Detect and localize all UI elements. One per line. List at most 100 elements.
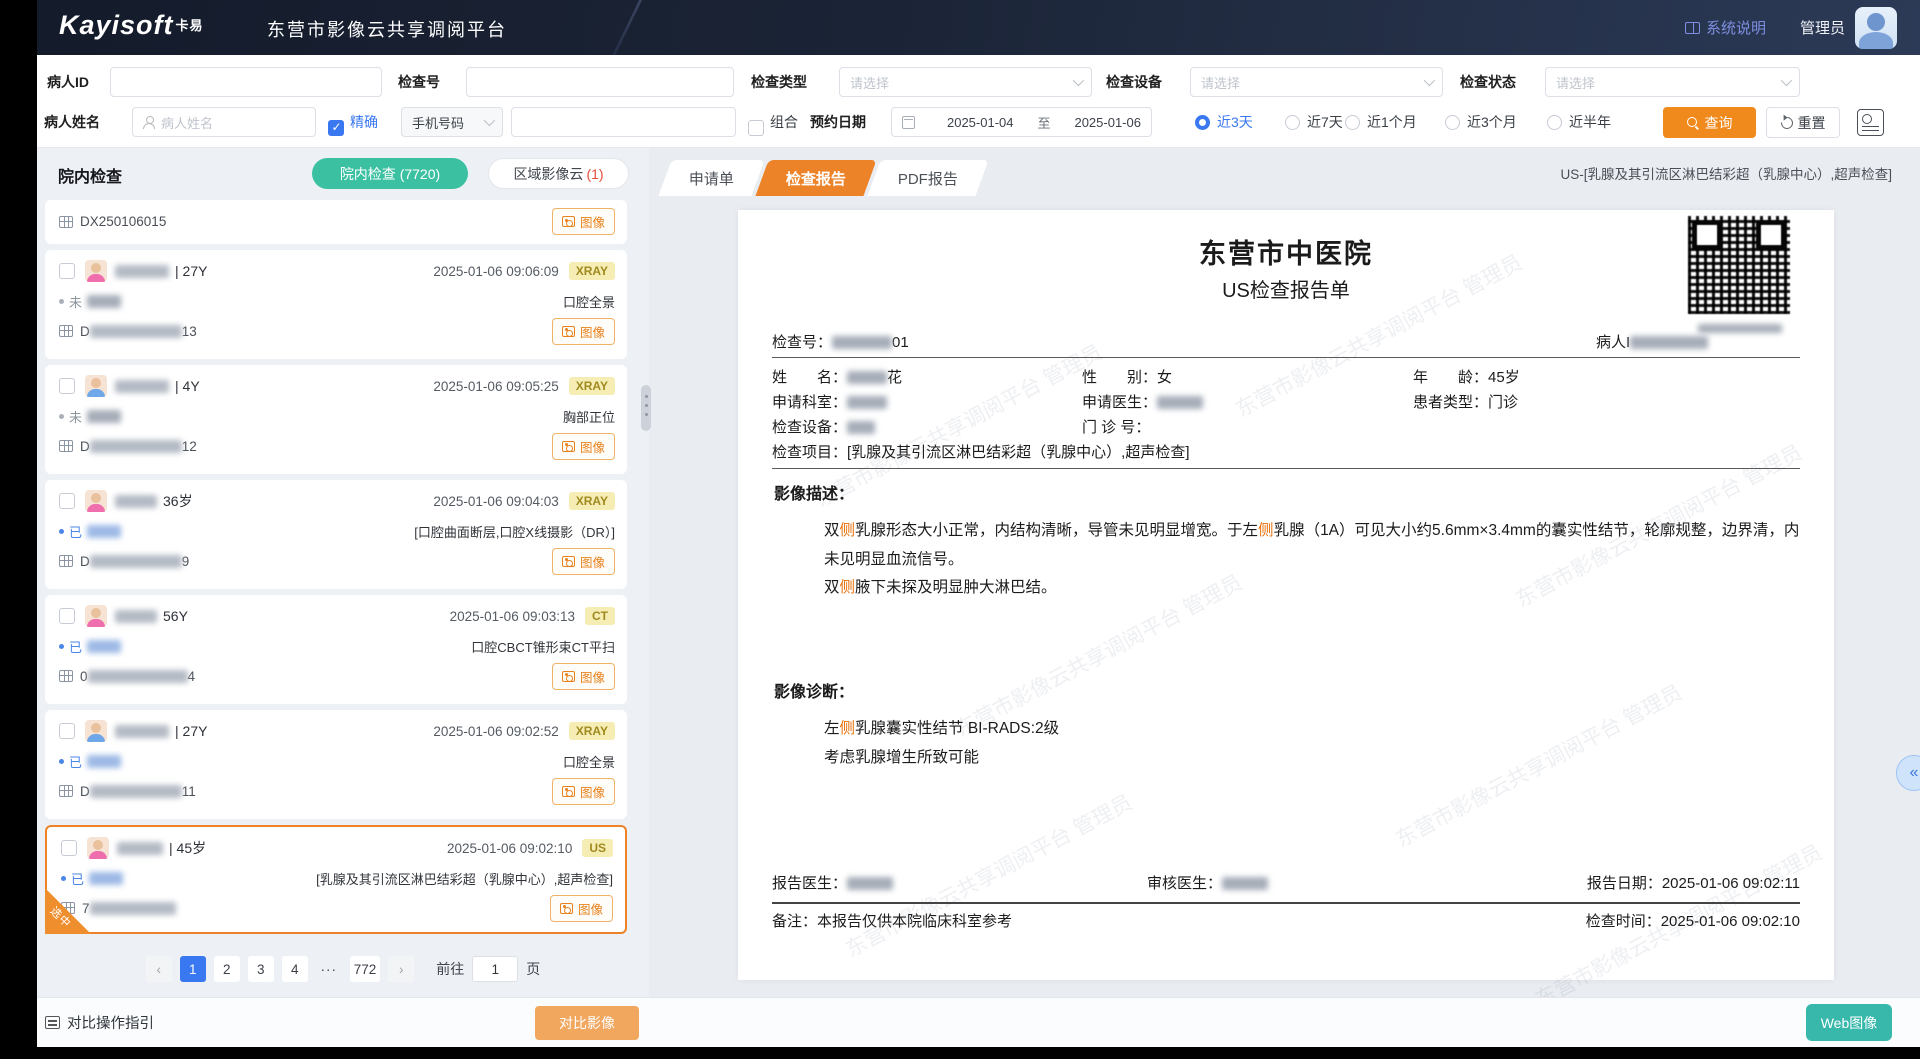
film-icon — [59, 555, 73, 567]
modality-badge: CT — [585, 607, 615, 625]
row-checkbox[interactable] — [61, 840, 77, 856]
field-req-doctor: 申请医生： — [1082, 391, 1413, 412]
user-avatar[interactable] — [1855, 7, 1897, 49]
range-option-near1m[interactable]: 近1个月 — [1345, 107, 1417, 137]
compare-images-button[interactable]: 对比影像 — [535, 1006, 639, 1040]
system-help-link[interactable]: 系统说明 — [1685, 17, 1766, 38]
report-footer-row1: 报告医生： 审核医生： 报告日期：2025-01-06 09:02:11 — [772, 872, 1800, 893]
date-to-value[interactable]: 2025-01-06 — [1074, 115, 1141, 130]
web-image-button[interactable]: Web图像 — [1806, 1004, 1892, 1041]
tab-internal-exams[interactable]: 院内检查 (7720) — [312, 158, 468, 189]
tab-pdf-report[interactable]: PDF报告 — [867, 160, 988, 196]
combo-checkbox[interactable] — [748, 120, 764, 136]
search-icon — [1687, 117, 1699, 129]
view-image-button[interactable]: 图像 — [552, 548, 615, 575]
reset-icon — [1778, 114, 1795, 131]
exam-number: 0 — [80, 669, 88, 684]
exam-time: 2025-01-06 09:04:03 — [433, 494, 558, 509]
appointment-date-label: 预约日期 — [810, 112, 866, 132]
desc-paragraph-2: 双侧腋下未探及明显肿大淋巴结。 — [824, 575, 1057, 597]
exact-match-checkbox[interactable] — [328, 120, 344, 136]
review-doctor-field: 审核医生： — [1147, 872, 1587, 893]
list-item-partial[interactable]: DX250106015 图像 — [45, 200, 627, 244]
range-option-near6m[interactable]: 近半年 — [1547, 107, 1611, 137]
modality-badge: XRAY — [569, 722, 615, 740]
status-select[interactable]: 请选择 — [1545, 67, 1800, 97]
device-select[interactable]: 请选择 — [1190, 67, 1443, 97]
patient-id-input[interactable] — [110, 67, 382, 97]
card-view-toggle-icon[interactable] — [1857, 109, 1884, 136]
page-button-2[interactable]: 2 — [214, 956, 240, 982]
person-icon — [143, 116, 155, 128]
range-option-near3m[interactable]: 近3个月 — [1445, 107, 1517, 137]
report-main-panel: 申请单 检查报告 PDF报告 US-[乳腺及其引流区淋巴结彩超（乳腺中心）,超声… — [649, 148, 1920, 997]
exam-no-input[interactable] — [466, 67, 734, 97]
list-item[interactable]: | 27Y 2025-01-06 09:06:09 XRAY 未 口腔全景 D … — [45, 250, 627, 359]
patient-avatar — [87, 837, 109, 859]
modality-badge: XRAY — [569, 377, 615, 395]
next-page-button[interactable]: › — [388, 956, 414, 982]
patient-id-label: 病人ID — [47, 72, 89, 92]
field-patient-type: 患者类型：门诊 — [1413, 391, 1800, 412]
date-separator: 至 — [1037, 113, 1050, 132]
view-image-button[interactable]: 图像 — [552, 318, 615, 345]
film-icon — [59, 325, 73, 337]
modality-badge: XRAY — [569, 492, 615, 510]
page-button-last[interactable]: 772 — [350, 956, 381, 982]
range-option-near3d[interactable]: 近3天 — [1195, 107, 1253, 137]
report-date-field: 报告日期：2025-01-06 09:02:11 — [1587, 872, 1800, 893]
patient-age: | 27Y — [175, 723, 207, 739]
search-button[interactable]: 查询 — [1663, 107, 1756, 138]
tab-regional-cloud[interactable]: 区域影像云(1) — [488, 158, 629, 189]
page-button-4[interactable]: 4 — [282, 956, 308, 982]
view-image-button[interactable]: 图像 — [552, 208, 615, 235]
exam-type-select[interactable]: 请选择 — [839, 67, 1092, 97]
page-button-1[interactable]: 1 — [180, 956, 206, 982]
tab-request-form[interactable]: 申请单 — [658, 160, 764, 196]
range-option-near7d[interactable]: 近7天 — [1285, 107, 1343, 137]
reset-button[interactable]: 重置 — [1766, 107, 1840, 138]
patient-name-input[interactable]: 病人姓名 — [132, 107, 316, 137]
list-item[interactable]: | 4Y 2025-01-06 09:05:25 XRAY 未 胸部正位 D 1… — [45, 365, 627, 474]
combo-label: 组合 — [770, 112, 798, 132]
tab-exam-report[interactable]: 检查报告 — [755, 160, 876, 196]
image-icon — [560, 903, 573, 914]
list-item[interactable]: 56Y 2025-01-06 09:03:13 CT 已 口腔CBCT锥形束CT… — [45, 595, 627, 704]
view-image-button[interactable]: 图像 — [552, 433, 615, 460]
list-item[interactable]: 36岁 2025-01-06 09:04:03 XRAY 已 [口腔曲面断层,口… — [45, 480, 627, 589]
exam-number: D — [80, 784, 90, 799]
list-item[interactable]: | 27Y 2025-01-06 09:02:52 XRAY 已 口腔全景 D … — [45, 710, 627, 819]
report-exam-no: 检查号：01 — [772, 331, 909, 352]
report-fields: 姓 名：花 性 别：女 年 龄：45岁 申请科室： 申请医生： 患者类型：门诊 … — [772, 364, 1800, 464]
view-image-button[interactable]: 图像 — [552, 778, 615, 805]
status-dot — [59, 299, 64, 304]
date-range-picker[interactable]: 2025-01-04 至 2025-01-06 — [891, 107, 1152, 137]
compare-guide-link[interactable]: 对比操作指引 — [45, 1012, 154, 1033]
row-checkbox[interactable] — [59, 608, 75, 624]
date-from-value[interactable]: 2025-01-04 — [947, 115, 1014, 130]
exam-description: 口腔CBCT锥形束CT平扫 — [471, 637, 615, 656]
page-ellipsis[interactable]: ··· — [316, 956, 342, 982]
image-icon — [562, 441, 575, 452]
guide-icon — [45, 1016, 60, 1029]
search-filter-panel: 病人ID 检查号 检查类型 请选择 检查设备 请选择 检查状态 请选择 病人姓名… — [37, 55, 1920, 148]
list-item-selected[interactable]: | 45岁 2025-01-06 09:02:10 US 已 [乳腺及其引流区淋… — [45, 825, 627, 934]
status-dot — [59, 529, 64, 534]
goto-label: 前往 — [436, 959, 464, 979]
row-checkbox[interactable] — [59, 263, 75, 279]
phone-input[interactable] — [511, 107, 736, 137]
prev-page-button[interactable]: ‹ — [146, 956, 172, 982]
view-image-button[interactable]: 图像 — [550, 895, 613, 922]
row-checkbox[interactable] — [59, 493, 75, 509]
current-exam-label: US-[乳腺及其引流区淋巴结彩超（乳腺中心）,超声检查] — [1560, 163, 1892, 183]
view-image-button[interactable]: 图像 — [552, 663, 615, 690]
row-checkbox[interactable] — [59, 378, 75, 394]
page-button-3[interactable]: 3 — [248, 956, 274, 982]
goto-page-input[interactable] — [472, 956, 518, 982]
book-icon — [1685, 22, 1700, 34]
exam-list-sidebar: 院内检查 院内检查 (7720) 区域影像云(1) DX250106015 图像 — [37, 148, 649, 997]
panel-resize-handle[interactable] — [641, 385, 651, 431]
row-checkbox[interactable] — [59, 723, 75, 739]
qr-caption — [1698, 318, 1782, 335]
phone-field-select[interactable]: 手机号码 — [401, 107, 503, 137]
